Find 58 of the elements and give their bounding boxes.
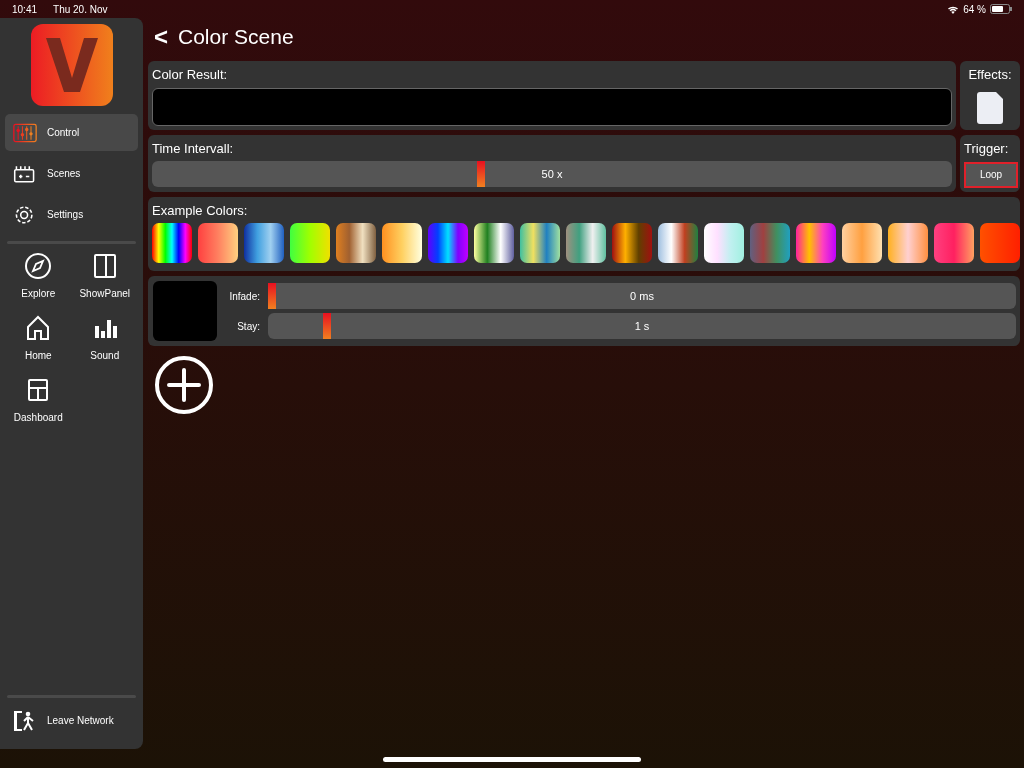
sidebar-tile[interactable]: Dashboard: [5, 376, 72, 425]
color-swatch[interactable]: [934, 223, 974, 263]
sidebar-tile[interactable]: Explore: [5, 252, 72, 301]
slider-thumb[interactable]: [476, 161, 485, 187]
color-swatch[interactable]: [704, 223, 744, 263]
slider-thumb[interactable]: [322, 313, 331, 339]
row-label: Infade:: [228, 289, 260, 304]
panel-label: Effects:: [968, 66, 1012, 84]
row-label: Stay:: [236, 319, 260, 334]
color-swatch[interactable]: [888, 223, 928, 263]
document-icon[interactable]: [977, 91, 1003, 124]
panel-label: Trigger:: [964, 139, 1010, 158]
panel-label: Example Colors:: [152, 201, 249, 220]
battery-icon: [990, 4, 1012, 14]
page-title: Color Scene: [178, 24, 294, 51]
sliders-icon: [13, 122, 37, 143]
color-swatch[interactable]: [842, 223, 882, 263]
color-swatch[interactable]: [428, 223, 468, 263]
color-swatch[interactable]: [612, 223, 652, 263]
sidebar-item[interactable]: Settings: [5, 196, 138, 233]
color-swatch[interactable]: [152, 223, 192, 263]
slider-value: 1 s: [634, 318, 650, 334]
clock: 10:41: [12, 2, 38, 17]
color-swatch[interactable]: [290, 223, 330, 263]
slider-value: 0 ms: [630, 288, 654, 304]
loop-button[interactable]: Loop: [964, 161, 1018, 188]
color-swatch[interactable]: [336, 223, 376, 263]
color-swatch[interactable]: [566, 223, 606, 263]
back-button[interactable]: <: [154, 19, 168, 55]
time-interval-slider[interactable]: 50 x: [152, 161, 952, 187]
color-swatch[interactable]: [198, 223, 238, 263]
color-swatch[interactable]: [382, 223, 422, 263]
color-swatch[interactable]: [796, 223, 836, 263]
color-swatch[interactable]: [474, 223, 514, 263]
date: Thu 20. Nov: [53, 2, 108, 17]
sidebar-item[interactable]: Control: [5, 114, 138, 151]
slider-thumb[interactable]: [268, 283, 276, 309]
wifi-icon: [947, 4, 960, 14]
add-icon[interactable]: [154, 355, 214, 415]
compass-icon: [24, 252, 53, 280]
color-swatch[interactable]: [980, 223, 1020, 263]
panel-label: Time Intervall:: [152, 139, 235, 158]
sidebar-item[interactable]: Scenes: [5, 155, 138, 192]
infade-slider[interactable]: 0 ms: [268, 283, 1016, 309]
slider-value: 50 x: [541, 166, 563, 182]
clapperboard-icon: [13, 163, 37, 184]
stay-slider[interactable]: 1 s: [268, 313, 1016, 339]
battery-percent: 64 %: [963, 2, 986, 17]
color-swatch[interactable]: [658, 223, 698, 263]
color-swatch[interactable]: [750, 223, 790, 263]
color-swatch[interactable]: [520, 223, 560, 263]
sidebar-tile[interactable]: ShowPanel: [71, 252, 138, 301]
step-color-preview: [153, 281, 217, 341]
leave-network-button[interactable]: Leave Network: [5, 702, 138, 739]
sidebar-tile[interactable]: Home: [5, 314, 72, 363]
color-swatch[interactable]: [244, 223, 284, 263]
sidebar-tile[interactable]: Sound: [71, 314, 138, 363]
panel-label: Color Result:: [152, 66, 229, 84]
